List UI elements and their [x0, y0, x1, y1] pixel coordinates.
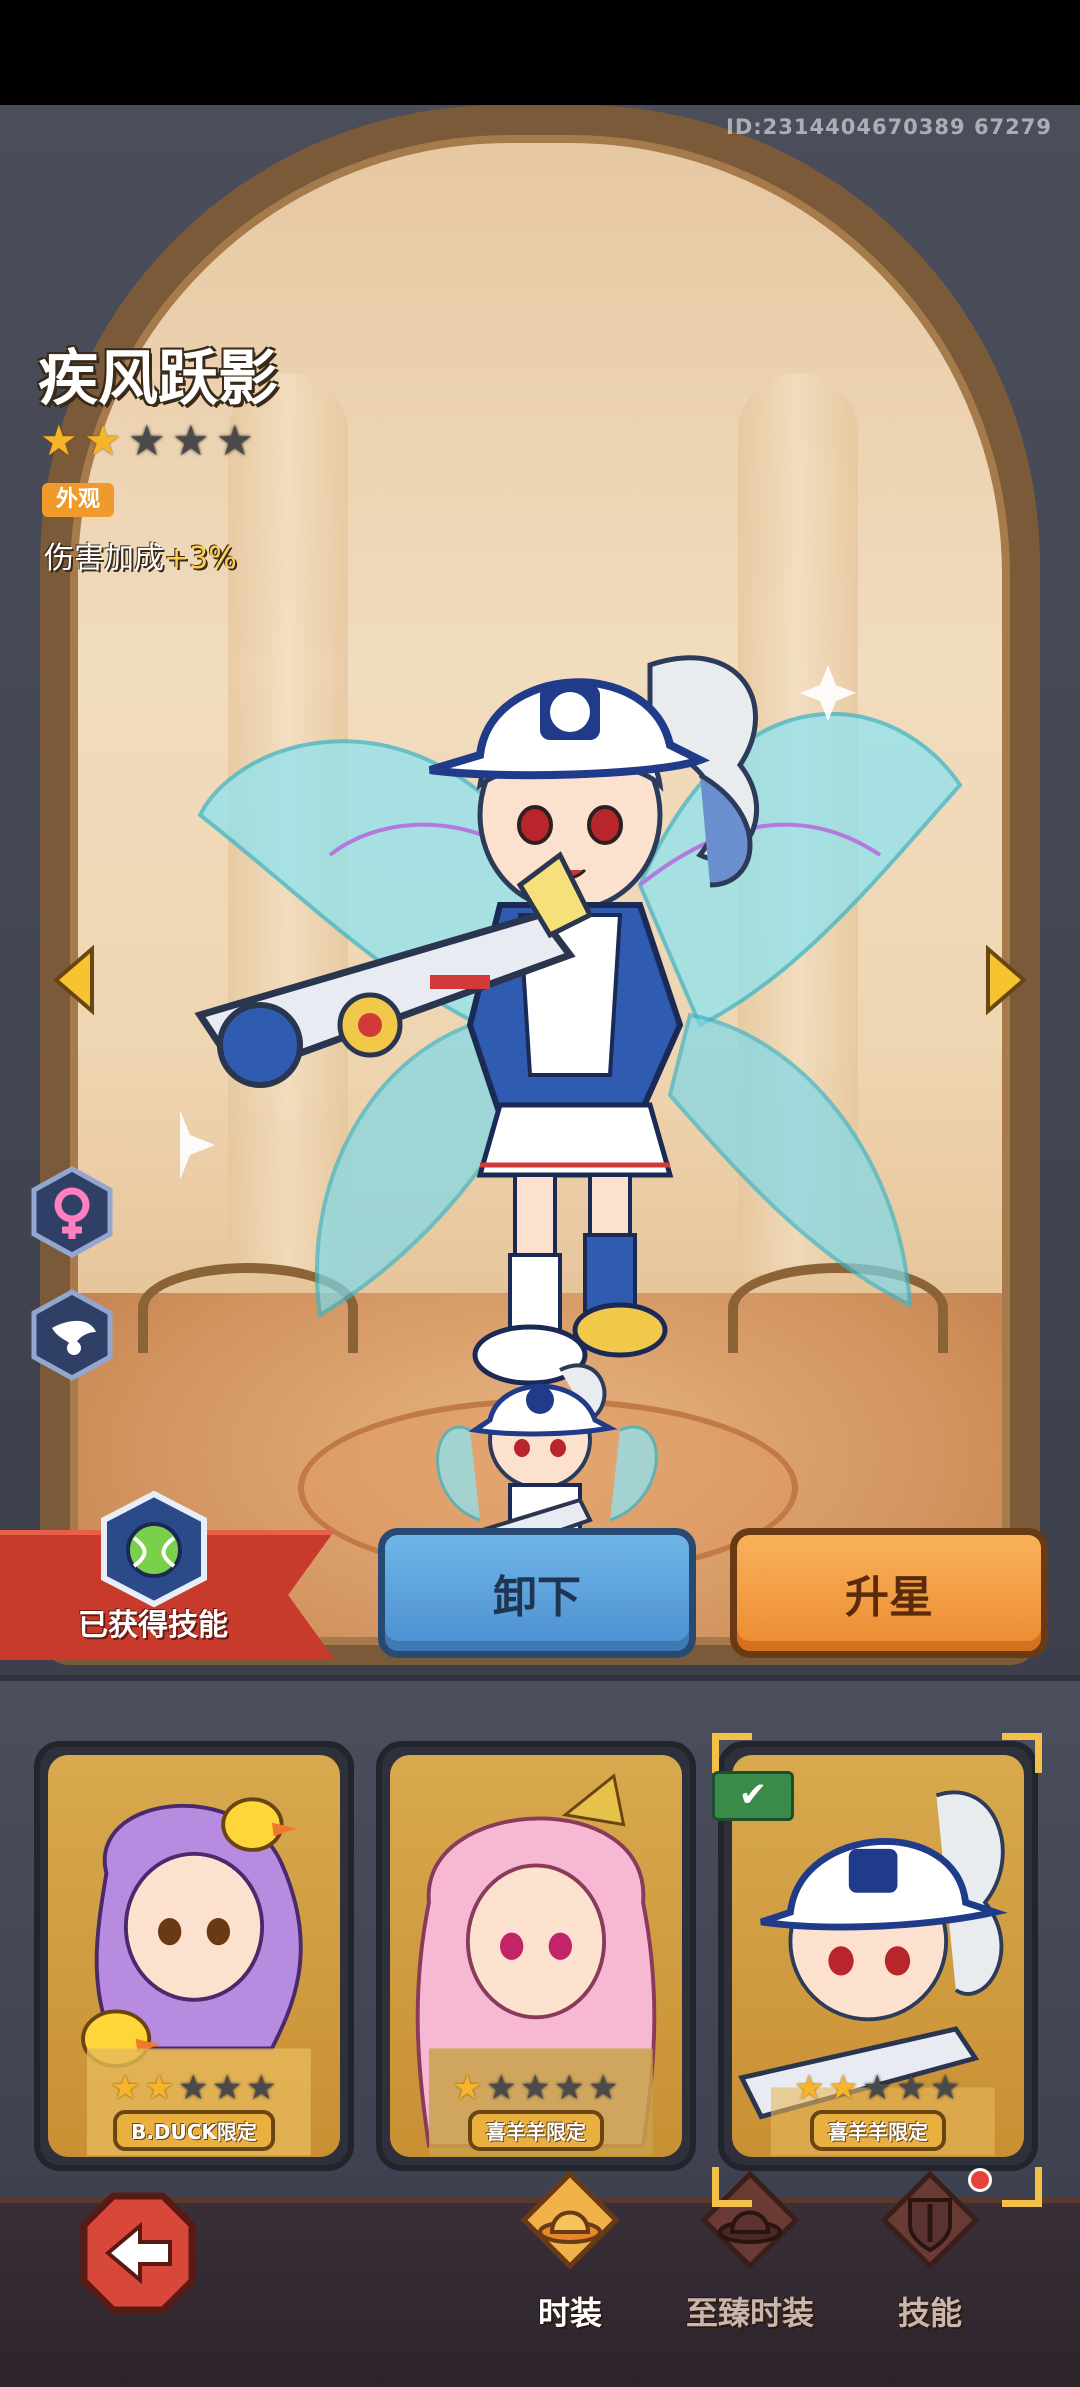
skin-card[interactable]: ★ ★ ★ ★ ★ 喜羊羊限定 — [376, 1741, 696, 2171]
skin-card-ribbon: B.DUCK限定 — [113, 2110, 275, 2151]
skin-card-ribbon: 喜羊羊限定 — [468, 2110, 604, 2151]
star-up-button[interactable]: 升星 — [730, 1528, 1048, 1658]
tab-skills[interactable]: 技能 — [845, 2170, 1015, 2370]
star-empty-icon: ★ — [520, 2068, 551, 2108]
star-empty-icon: ★ — [554, 2068, 585, 2108]
character-illustration — [180, 655, 963, 1386]
skin-card[interactable]: ★ ★ ★ ★ ★ B.DUCK限定 — [34, 1741, 354, 2171]
star-empty-icon: ★ — [246, 2068, 277, 2108]
star-empty-icon: ★ — [588, 2068, 619, 2108]
status-bar — [0, 0, 1080, 105]
selection-corner — [1002, 2167, 1042, 2207]
star-filled-icon: ★ — [40, 416, 78, 465]
star-empty-icon: ★ — [486, 2068, 517, 2108]
star-filled-icon: ★ — [452, 2068, 483, 2108]
tab-skills-label: 技能 — [897, 2294, 962, 2332]
selection-corner — [712, 2167, 752, 2207]
star-filled-icon: ★ — [144, 2068, 175, 2108]
sword-shield-icon — [880, 2170, 980, 2270]
skin-card-stars: ★ ★ ★ ★ ★ — [110, 2071, 280, 2105]
star-empty-icon: ★ — [862, 2068, 893, 2108]
user-id-watermark: ID:2314404670389 67279 — [726, 115, 1052, 139]
bonus-value: +3% — [164, 541, 237, 576]
skin-list: ★ ★ ★ ★ ★ B.DUCK限定 ★ ★ ★ ★ ★ 喜羊羊限定 ★ ★ ★… — [0, 1675, 1080, 2207]
star-empty-icon: ★ — [172, 416, 210, 465]
star-filled-icon: ★ — [794, 2068, 825, 2108]
selection-corner — [1002, 1733, 1042, 1773]
skin-bonus: 伤害加成+3% — [44, 533, 237, 577]
tab-supreme-fashion-label: 至臻时装 — [685, 2294, 814, 2332]
unequip-button[interactable]: 卸下 — [378, 1528, 696, 1658]
star-empty-icon: ★ — [128, 416, 166, 465]
star-empty-icon: ★ — [178, 2068, 209, 2108]
next-skin-arrow[interactable] — [984, 945, 1028, 1015]
star-empty-icon: ★ — [216, 416, 254, 465]
acquired-skill-label: 已获得技能 — [78, 1608, 228, 1643]
action-row: 已获得技能 卸下 升星 — [0, 1490, 1080, 1670]
previous-skin-arrow[interactable] — [52, 945, 96, 1015]
star-filled-icon: ★ — [110, 2068, 141, 2108]
tennis-skill-icon[interactable] — [98, 1490, 210, 1608]
star-filled-icon: ★ — [84, 416, 122, 465]
skin-star-rating: ★ ★ ★ ★ ★ — [40, 420, 258, 462]
female-gender-icon[interactable] — [30, 1165, 114, 1259]
tab-fashion[interactable]: 时装 — [485, 2170, 655, 2370]
back-arrow-icon[interactable] — [78, 2190, 198, 2316]
skin-card-ribbon: 喜羊羊限定 — [810, 2110, 946, 2151]
star-empty-icon: ★ — [896, 2068, 927, 2108]
hat-icon — [520, 2170, 620, 2270]
skin-name: 疾风跃影 — [38, 344, 278, 414]
star-empty-icon: ★ — [930, 2068, 961, 2108]
skin-card-stars: ★ ★ ★ ★ ★ — [452, 2071, 622, 2105]
selection-corner — [712, 1733, 752, 1773]
skin-card-stars: ★ ★ ★ ★ ★ — [794, 2071, 964, 2105]
skin-showcase: ID:2314404670389 67279 疾风跃影 ★ ★ ★ ★ ★ 外观… — [0, 105, 1080, 1675]
tab-fashion-label: 时装 — [537, 2294, 602, 2332]
skin-type-tag: 外观 — [42, 483, 114, 517]
star-empty-icon: ★ — [212, 2068, 243, 2108]
equipped-check-icon: ✔ — [712, 1771, 794, 1821]
star-filled-icon: ★ — [828, 2068, 859, 2108]
wing-icon[interactable] — [30, 1288, 114, 1382]
notification-dot — [968, 2168, 992, 2192]
bonus-label: 伤害加成 — [44, 541, 164, 576]
